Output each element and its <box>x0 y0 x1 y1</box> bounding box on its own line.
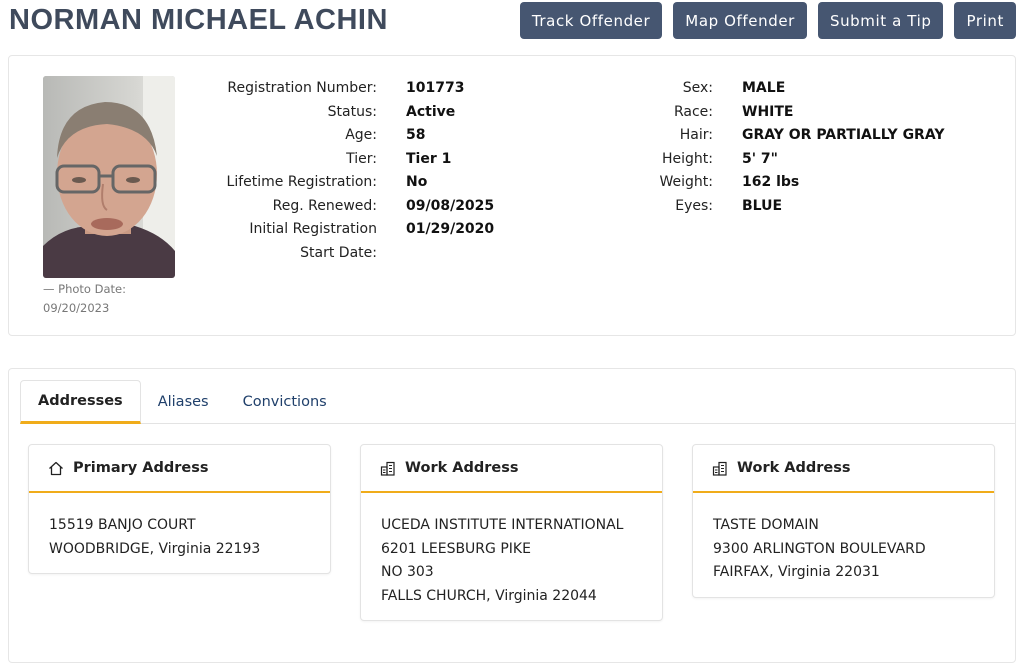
offender-name: NORMAN MICHAEL ACHIN <box>9 4 388 36</box>
submit-tip-button[interactable]: Submit a Tip <box>817 2 944 39</box>
offender-photo <box>43 76 175 278</box>
home-icon <box>49 461 63 475</box>
primary-address-card: Primary Address 15519 BANJO COURT WOODBR… <box>28 444 331 574</box>
address-line: WOODBRIDGE, Virginia 22193 <box>49 540 261 557</box>
work-address-card-2: Work Address TASTE DOMAIN 9300 ARLINGTON… <box>692 444 995 598</box>
eyes-label: Eyes: <box>675 197 713 214</box>
photo-date-value: 09/20/2023 <box>43 301 110 315</box>
print-button[interactable]: Print <box>954 2 1016 39</box>
hair-label: Hair: <box>679 127 713 143</box>
work-address-title: Work Address <box>405 460 519 476</box>
address-line: FALLS CHURCH, Virginia 22044 <box>381 587 597 604</box>
photo-date-label: — Photo Date: <box>43 282 126 296</box>
primary-address-title: Primary Address <box>73 460 209 476</box>
tab-aliases[interactable]: Aliases <box>141 380 226 424</box>
work-address-body: TASTE DOMAIN 9300 ARLINGTON BOULEVARD FA… <box>693 493 994 597</box>
tier-value: Tier 1 <box>406 150 452 167</box>
weight-value: 162 lbs <box>742 174 800 190</box>
address-line: 9300 ARLINGTON BOULEVARD <box>713 540 926 557</box>
primary-address-body: 15519 BANJO COURT WOODBRIDGE, Virginia 2… <box>29 493 330 573</box>
work-address-title: Work Address <box>737 460 851 476</box>
address-line: 6201 LEESBURG PIKE <box>381 540 531 557</box>
lifetime-registration-value: No <box>406 174 428 190</box>
hair-value: GRAY OR PARTIALLY GRAY <box>742 127 945 143</box>
work-address-header: Work Address <box>693 445 994 493</box>
registration-details: Registration Number: 101773 Status: Acti… <box>189 77 495 266</box>
records-tabs-card: Addresses Aliases Convictions Primary Ad… <box>8 368 1016 663</box>
offender-profile-card: — Photo Date: 09/20/2023 Registration Nu… <box>8 55 1016 336</box>
race-value: WHITE <box>742 103 794 120</box>
address-line: TASTE DOMAIN <box>713 517 819 533</box>
status-value: Active <box>406 103 456 120</box>
physical-details: Sex: MALE Race: WHITE Hair: GRAY OR PART… <box>589 77 945 218</box>
primary-address-header: Primary Address <box>29 445 330 493</box>
reg-renewed-label: Reg. Renewed: <box>272 197 377 214</box>
age-label: Age: <box>345 127 377 143</box>
address-line: 15519 BANJO COURT <box>49 517 196 533</box>
work-address-card-1: Work Address UCEDA INSTITUTE INTERNATION… <box>360 444 663 621</box>
address-line: NO 303 <box>381 564 434 580</box>
building-icon <box>380 461 395 476</box>
work-address-header: Work Address <box>361 445 662 493</box>
height-label: Height: <box>662 150 713 167</box>
tab-addresses[interactable]: Addresses <box>20 380 141 424</box>
building-icon <box>712 461 727 476</box>
eyes-value: BLUE <box>742 197 783 214</box>
initial-registration-value: 01/29/2020 <box>406 221 495 237</box>
status-label: Status: <box>327 103 377 120</box>
tier-label: Tier: <box>346 150 377 167</box>
track-offender-button[interactable]: Track Offender <box>519 2 663 39</box>
photo-date: — Photo Date: 09/20/2023 <box>43 280 163 318</box>
address-line: FAIRFAX, Virginia 22031 <box>713 564 880 580</box>
reg-renewed-value: 09/08/2025 <box>406 197 495 214</box>
address-line: UCEDA INSTITUTE INTERNATIONAL <box>381 517 624 533</box>
lifetime-registration-label: Lifetime Registration: <box>226 174 377 190</box>
tab-convictions[interactable]: Convictions <box>226 380 344 424</box>
height-value: 5' 7" <box>742 150 778 167</box>
action-toolbar: Track Offender Map Offender Submit a Tip… <box>519 2 1016 39</box>
work-address-body: UCEDA INSTITUTE INTERNATIONAL 6201 LEESB… <box>361 493 662 620</box>
age-value: 58 <box>406 127 426 143</box>
sex-label: Sex: <box>682 80 713 96</box>
registration-number-label: Registration Number: <box>227 80 377 96</box>
initial-registration-label: Initial Registration <box>249 221 377 237</box>
registration-number-value: 101773 <box>406 80 465 96</box>
start-date-label: Start Date: <box>300 244 377 261</box>
race-label: Race: <box>673 103 713 120</box>
tab-bar: Addresses Aliases Convictions <box>20 380 1015 424</box>
weight-label: Weight: <box>659 174 714 190</box>
sex-value: MALE <box>742 80 786 96</box>
map-offender-button[interactable]: Map Offender <box>673 2 807 39</box>
start-date-value <box>406 242 494 266</box>
